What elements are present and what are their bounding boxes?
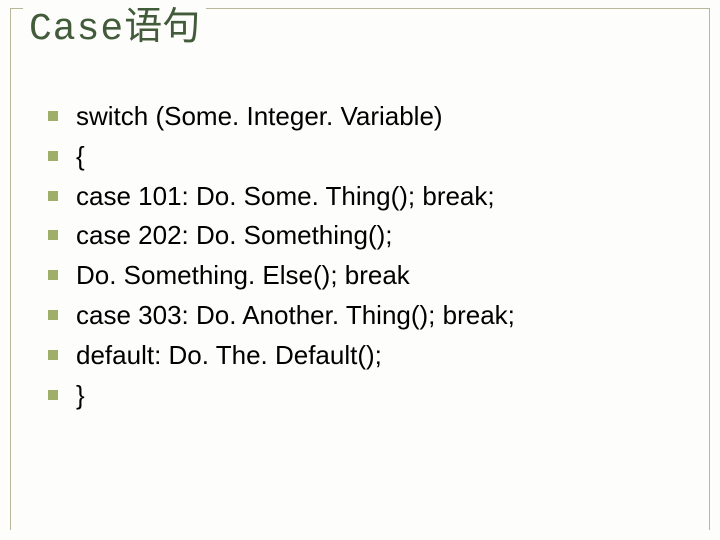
slide-title: Case语句 <box>29 5 200 53</box>
bullet-text: Do. Something. Else(); break <box>76 259 410 293</box>
list-item: default: Do. The. Default(); <box>48 339 700 373</box>
list-item: switch (Some. Integer. Variable) <box>48 100 700 134</box>
list-item: { <box>48 140 700 174</box>
bullet-icon <box>48 111 58 121</box>
bullet-text: switch (Some. Integer. Variable) <box>76 100 443 134</box>
bullet-text: { <box>76 140 85 174</box>
bullet-icon <box>48 310 58 320</box>
list-item: Do. Something. Else(); break <box>48 259 700 293</box>
list-item: case 101: Do. Some. Thing(); break; <box>48 180 700 214</box>
bullet-text: } <box>76 379 85 413</box>
bullet-icon <box>48 350 58 360</box>
bullet-list: switch (Some. Integer. Variable) { case … <box>48 100 700 418</box>
title-cjk-part: 语句 <box>124 6 200 48</box>
list-item: case 202: Do. Something(); <box>48 219 700 253</box>
bullet-text: case 303: Do. Another. Thing(); break; <box>76 299 515 333</box>
bullet-text: case 202: Do. Something(); <box>76 219 393 253</box>
list-item: case 303: Do. Another. Thing(); break; <box>48 299 700 333</box>
bullet-icon <box>48 270 58 280</box>
bullet-icon <box>48 230 58 240</box>
bullet-text: default: Do. The. Default(); <box>76 339 382 373</box>
title-mono-part: Case <box>29 8 124 51</box>
bullet-icon <box>48 151 58 161</box>
list-item: } <box>48 379 700 413</box>
title-container: Case语句 <box>23 5 206 53</box>
bullet-icon <box>48 191 58 201</box>
bullet-text: case 101: Do. Some. Thing(); break; <box>76 180 495 214</box>
bullet-icon <box>48 390 58 400</box>
